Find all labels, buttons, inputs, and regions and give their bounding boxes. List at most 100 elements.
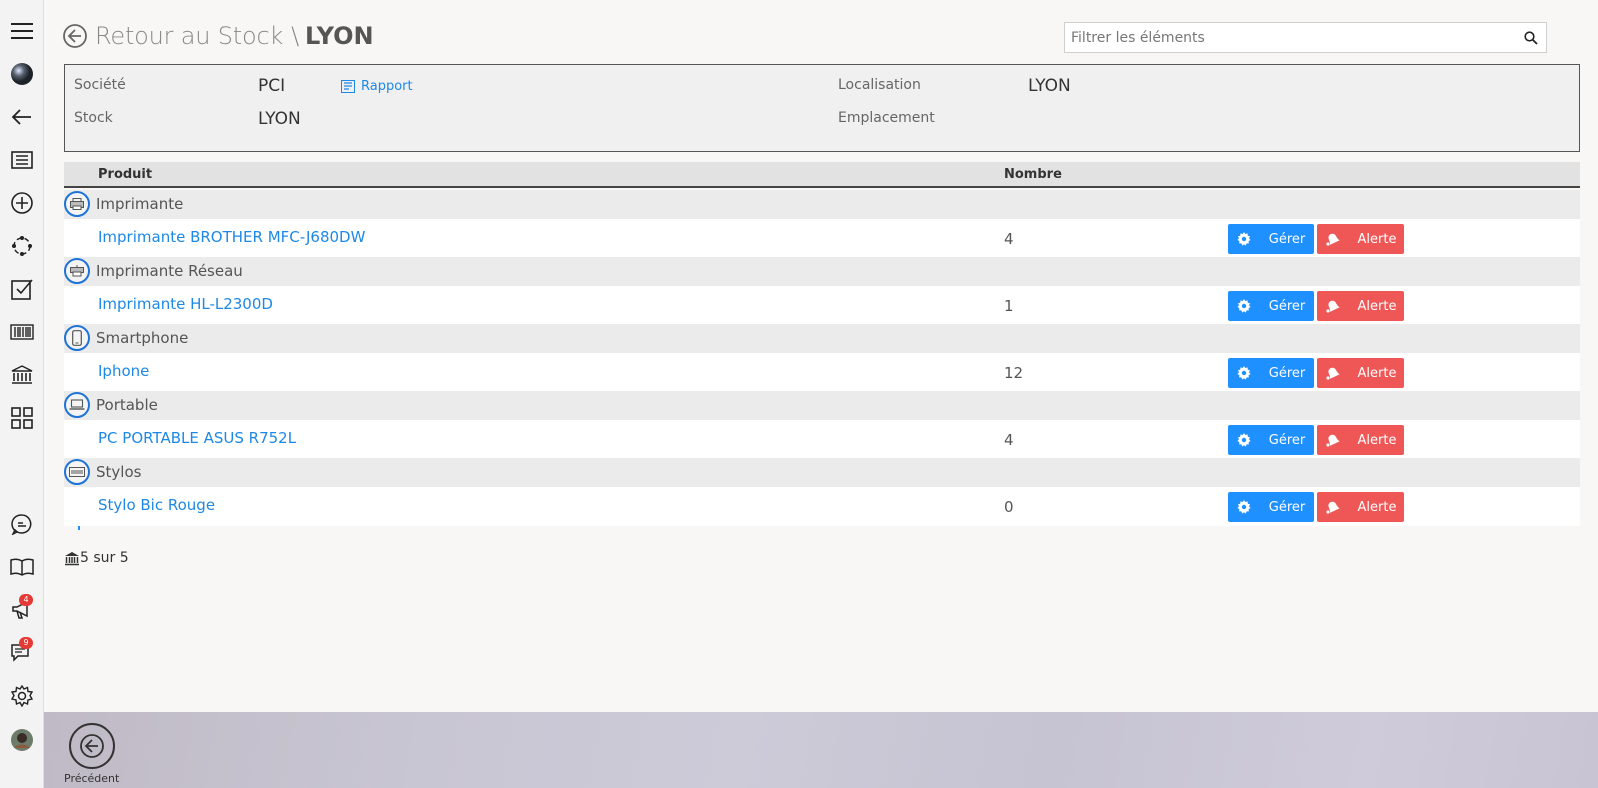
- bell-icon: [1325, 366, 1350, 380]
- dashboard-grid-icon[interactable]: [0, 398, 44, 438]
- circle-arrow-left-icon: [63, 24, 87, 48]
- group-header: Portable: [64, 391, 1580, 420]
- alerte-button[interactable]: Alerte: [1317, 224, 1404, 254]
- barcode-icon[interactable]: [0, 312, 44, 352]
- product-count: 4: [1004, 431, 1014, 449]
- product-count: 4: [1004, 230, 1014, 248]
- globe-avatar-icon[interactable]: [0, 54, 44, 94]
- back-label: Retour au Stock: [95, 22, 284, 50]
- bank-icon: [65, 551, 79, 565]
- ticket-list-icon[interactable]: [0, 140, 44, 180]
- gerer-label: Gérer: [1268, 432, 1306, 448]
- bottom-app-bar: Précédent: [44, 712, 1598, 788]
- add-circle-icon[interactable]: [0, 183, 44, 223]
- smartphone-icon: [64, 325, 90, 351]
- gerer-button[interactable]: Gérer: [1228, 291, 1314, 321]
- previous-button[interactable]: [69, 723, 115, 769]
- user-avatar-icon[interactable]: [0, 720, 44, 760]
- group-header: Imprimante: [64, 190, 1580, 219]
- table-header: Produit Nombre: [64, 162, 1580, 188]
- gear-icon: [1237, 366, 1260, 380]
- alerte-button[interactable]: Alerte: [1317, 358, 1404, 388]
- table-row: Stylo Bic Rouge 0 Gérer Alerte: [64, 487, 1580, 526]
- gear-icon: [1237, 299, 1260, 313]
- localisation-value: LYON: [1028, 76, 1071, 96]
- filter-input[interactable]: [1065, 23, 1517, 52]
- product-link[interactable]: Stylo Bic Rouge: [98, 496, 215, 514]
- laptop-icon: [64, 392, 90, 418]
- messages-icon[interactable]: 9: [0, 633, 44, 673]
- gerer-button[interactable]: Gérer: [1228, 425, 1314, 455]
- product-count: 0: [1004, 498, 1014, 516]
- stock-info-panel: Société PCI Rapport Stock LYON Localisat…: [64, 64, 1580, 152]
- bell-icon: [1325, 232, 1350, 246]
- report-icon: [341, 80, 355, 93]
- network-printer-icon: [64, 258, 90, 284]
- rapport-link[interactable]: Rapport: [341, 79, 413, 94]
- group-header: Smartphone: [64, 324, 1580, 353]
- megaphone-icon[interactable]: 4: [0, 590, 44, 630]
- gear-icon: [1237, 433, 1260, 447]
- gear-icon: [1237, 500, 1260, 514]
- keyboard-icon: [64, 459, 90, 485]
- group-name: Stylos: [96, 463, 142, 481]
- emplacement-label: Emplacement: [838, 110, 935, 126]
- gear-icon: [1237, 232, 1260, 246]
- bank-icon[interactable]: [0, 355, 44, 395]
- gerer-button[interactable]: Gérer: [1228, 358, 1314, 388]
- gerer-button[interactable]: Gérer: [1228, 492, 1314, 522]
- alerte-label: Alerte: [1357, 365, 1397, 381]
- back-to-stock-link[interactable]: Retour au Stock \ LYON: [63, 21, 374, 51]
- alerte-label: Alerte: [1357, 432, 1397, 448]
- table-row: PC PORTABLE ASUS R752L 4 Gérer Alerte: [64, 420, 1580, 459]
- bell-icon: [1325, 299, 1350, 313]
- group-name: Imprimante: [96, 195, 184, 213]
- alerte-button[interactable]: Alerte: [1317, 291, 1404, 321]
- previous-label: Précédent: [64, 772, 120, 785]
- circle-arrow-left-icon: [80, 734, 104, 758]
- gerer-label: Gérer: [1268, 231, 1306, 247]
- table-row: Iphone 12 Gérer Alerte: [64, 353, 1580, 392]
- group-header: Stylos: [64, 458, 1580, 487]
- product-link[interactable]: PC PORTABLE ASUS R752L: [98, 429, 296, 447]
- group-name: Portable: [96, 396, 158, 414]
- column-header-nombre[interactable]: Nombre: [1004, 167, 1062, 182]
- table-row: Imprimante HL-L2300D 1 Gérer Alerte: [64, 286, 1580, 325]
- gerer-label: Gérer: [1268, 365, 1306, 381]
- book-icon[interactable]: [0, 547, 44, 587]
- gerer-label: Gérer: [1268, 499, 1306, 515]
- alerte-button[interactable]: Alerte: [1317, 492, 1404, 522]
- societe-value: PCI: [258, 76, 286, 96]
- product-count: 1: [1004, 297, 1014, 315]
- arrow-back-icon[interactable]: [0, 97, 44, 137]
- product-link[interactable]: Iphone: [98, 362, 149, 380]
- column-header-produit[interactable]: Produit: [98, 167, 152, 182]
- alerte-button[interactable]: Alerte: [1317, 425, 1404, 455]
- hamburger-menu-icon[interactable]: [0, 11, 44, 51]
- bell-icon: [1325, 500, 1350, 514]
- group-header: Imprimante Réseau: [64, 257, 1580, 286]
- search-icon[interactable]: [1516, 23, 1546, 52]
- settings-gear-icon[interactable]: [0, 676, 44, 716]
- localisation-label: Localisation: [838, 77, 921, 93]
- group-name: Smartphone: [96, 329, 189, 347]
- table-row: Imprimante BROTHER MFC-J680DW 4 Gérer Al…: [64, 219, 1580, 258]
- stock-value: LYON: [258, 109, 301, 129]
- chat-bubble-icon[interactable]: [0, 504, 44, 544]
- gerer-button[interactable]: Gérer: [1228, 224, 1314, 254]
- workflow-icon[interactable]: [0, 226, 44, 266]
- printer-icon: [64, 191, 90, 217]
- rapport-label: Rapport: [361, 79, 413, 94]
- societe-label: Société: [74, 77, 126, 93]
- task-check-icon[interactable]: [0, 269, 44, 309]
- alerte-label: Alerte: [1357, 231, 1397, 247]
- product-link[interactable]: Imprimante HL-L2300D: [98, 295, 273, 313]
- stock-label: Stock: [74, 110, 113, 126]
- group-name: Imprimante Réseau: [96, 262, 243, 280]
- alerte-label: Alerte: [1357, 499, 1397, 515]
- page-title: LYON: [305, 22, 374, 50]
- messages-badge: 9: [19, 637, 33, 649]
- results-count: 5 sur 5: [64, 550, 129, 566]
- product-link[interactable]: Imprimante BROTHER MFC-J680DW: [98, 228, 365, 246]
- gerer-label: Gérer: [1268, 298, 1306, 314]
